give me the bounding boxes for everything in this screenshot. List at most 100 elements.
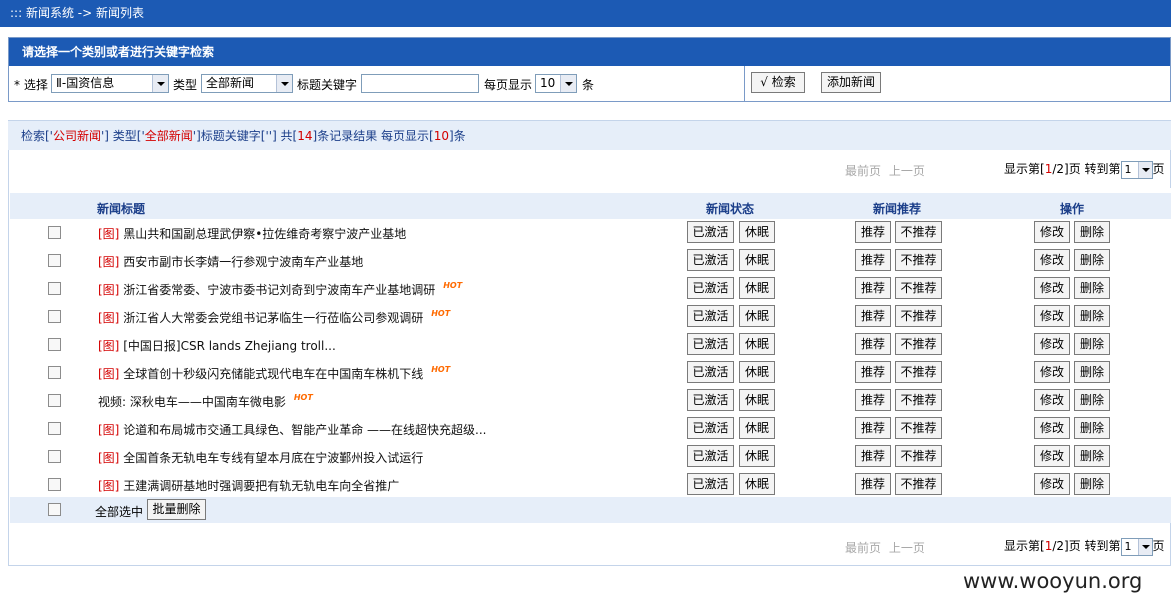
row-checkbox[interactable] [48,450,61,463]
news-title-link[interactable]: [图] 全球首创十秒级闪充储能式现代电车在中国南车株机下线 HOT [98,365,450,382]
recommend-button[interactable]: 推荐 [855,389,891,411]
edit-button[interactable]: 修改 [1034,305,1070,327]
news-title-link[interactable]: [图] 浙江省人大常委会党组书记茅临生一行莅临公司参观调研 HOT [98,309,450,326]
sleep-button[interactable]: 休眠 [739,249,775,271]
not-recommend-button[interactable]: 不推荐 [895,249,942,271]
recommend-button[interactable]: 推荐 [855,277,891,299]
recommend-button[interactable]: 推荐 [855,361,891,383]
news-title-link[interactable]: [图] 浙江省委常委、宁波市委书记刘奇到宁波南车产业基地调研 HOT [98,281,462,298]
row-checkbox[interactable] [48,254,61,267]
sleep-button[interactable]: 休眠 [739,333,775,355]
row-checkbox[interactable] [48,394,61,407]
select-all-checkbox[interactable] [48,503,61,516]
edit-button[interactable]: 修改 [1034,277,1070,299]
first-page-link[interactable]: 最前页 [845,541,881,555]
news-title-link[interactable]: [图] 西安市副市长李婧一行参观宁波南车产业基地 [98,253,363,270]
edit-button[interactable]: 修改 [1034,389,1070,411]
keyword-input[interactable] [361,74,479,93]
sleep-button[interactable]: 休眠 [739,445,775,467]
edit-button[interactable]: 修改 [1034,445,1070,467]
activated-button[interactable]: 已激活 [687,277,734,299]
row-checkbox[interactable] [48,422,61,435]
edit-button[interactable]: 修改 [1034,417,1070,439]
activated-button[interactable]: 已激活 [687,249,734,271]
news-title-link[interactable]: [图] 王建满调研基地时强调要把有轨无轨电车向全省推广 [98,477,399,494]
news-title-link[interactable]: [图] [中国日报]CSR lands Zhejiang troll... [98,337,336,354]
sleep-button[interactable]: 休眠 [739,277,775,299]
not-recommend-button[interactable]: 不推荐 [895,277,942,299]
chevron-down-icon[interactable] [276,75,292,92]
edit-button[interactable]: 修改 [1034,249,1070,271]
goto-page-select[interactable]: 1 [1120,160,1153,179]
delete-button[interactable]: 删除 [1074,305,1110,327]
not-recommend-button[interactable]: 不推荐 [895,361,942,383]
activated-button[interactable]: 已激活 [687,305,734,327]
not-recommend-button[interactable]: 不推荐 [895,473,942,495]
delete-button[interactable]: 删除 [1074,277,1110,299]
sleep-button[interactable]: 休眠 [739,361,775,383]
recommend-button[interactable]: 推荐 [855,417,891,439]
row-checkbox[interactable] [48,478,61,491]
prev-page-link[interactable]: 上一页 [889,164,925,178]
recommend-button[interactable]: 推荐 [855,305,891,327]
edit-button[interactable]: 修改 [1034,221,1070,243]
delete-button[interactable]: 删除 [1074,445,1110,467]
add-news-button[interactable]: 添加新闻 [821,72,881,93]
prev-page-link[interactable]: 上一页 [889,541,925,555]
chevron-down-icon[interactable] [1137,161,1152,178]
sleep-button[interactable]: 休眠 [739,305,775,327]
not-recommend-button[interactable]: 不推荐 [895,221,942,243]
activated-button[interactable]: 已激活 [687,445,734,467]
news-title-link[interactable]: [图] 全国首条无轨电车专线有望本月底在宁波鄞州投入试运行 [98,449,423,466]
activated-button[interactable]: 已激活 [687,389,734,411]
batch-delete-button[interactable]: 批量删除 [147,499,206,520]
delete-button[interactable]: 删除 [1074,473,1110,495]
not-recommend-button[interactable]: 不推荐 [895,305,942,327]
chevron-down-icon[interactable] [1137,538,1152,555]
not-recommend-button[interactable]: 不推荐 [895,445,942,467]
activated-button[interactable]: 已激活 [687,221,734,243]
recommend-button[interactable]: 推荐 [855,221,891,243]
first-page-link[interactable]: 最前页 [845,164,881,178]
recommend-button[interactable]: 推荐 [855,445,891,467]
search-button[interactable]: √ 检索 [751,72,805,93]
row-checkbox[interactable] [48,338,61,351]
row-checkbox[interactable] [48,282,61,295]
delete-button[interactable]: 删除 [1074,417,1110,439]
recommend-button[interactable]: 推荐 [855,333,891,355]
chevron-down-icon[interactable] [560,75,576,92]
delete-button[interactable]: 删除 [1074,361,1110,383]
delete-button[interactable]: 删除 [1074,221,1110,243]
edit-button[interactable]: 修改 [1034,361,1070,383]
pager-nav-top: 最前页 上一页 [845,162,925,179]
activated-button[interactable]: 已激活 [687,473,734,495]
delete-button[interactable]: 删除 [1074,389,1110,411]
sleep-button[interactable]: 休眠 [739,417,775,439]
recommend-button[interactable]: 推荐 [855,249,891,271]
row-checkbox[interactable] [48,226,61,239]
edit-button[interactable]: 修改 [1034,473,1070,495]
type-select[interactable]: 全部新闻 [201,74,293,93]
not-recommend-button[interactable]: 不推荐 [895,333,942,355]
goto-page-select[interactable]: 1 [1120,537,1153,556]
news-title-link[interactable]: 视频: 深秋电车——中国南车微电影 HOT [98,393,313,410]
not-recommend-button[interactable]: 不推荐 [895,389,942,411]
delete-button[interactable]: 删除 [1074,249,1110,271]
not-recommend-button[interactable]: 不推荐 [895,417,942,439]
chevron-down-icon[interactable] [152,75,168,92]
category-select[interactable]: Ⅱ-国资信息 [51,74,169,93]
delete-button[interactable]: 删除 [1074,333,1110,355]
news-title-link[interactable]: [图] 论道和布局城市交通工具绿色、智能产业革命 ——在线超快充超级... [98,421,486,438]
edit-button[interactable]: 修改 [1034,333,1070,355]
sleep-button[interactable]: 休眠 [739,389,775,411]
activated-button[interactable]: 已激活 [687,417,734,439]
sleep-button[interactable]: 休眠 [739,473,775,495]
recommend-button[interactable]: 推荐 [855,473,891,495]
activated-button[interactable]: 已激活 [687,361,734,383]
row-checkbox[interactable] [48,310,61,323]
activated-button[interactable]: 已激活 [687,333,734,355]
row-checkbox[interactable] [48,366,61,379]
per-page-select[interactable]: 10 [535,74,577,93]
sleep-button[interactable]: 休眠 [739,221,775,243]
news-title-link[interactable]: [图] 黑山共和国副总理武伊察•拉佐维奇考察宁波产业基地 [98,225,406,242]
